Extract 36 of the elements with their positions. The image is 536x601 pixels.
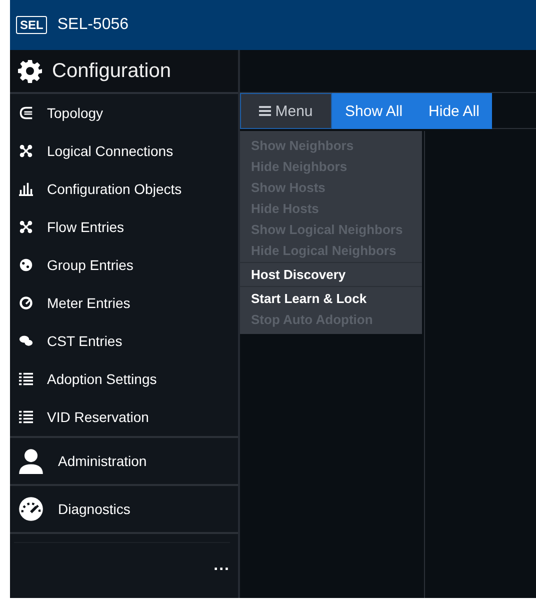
gauge-icon <box>19 296 33 310</box>
sidebar-item[interactable]: Topology <box>10 94 238 132</box>
toolbar-button[interactable]: Hide All <box>416 93 492 129</box>
sidebar-item[interactable]: Meter Entries <box>10 284 238 322</box>
chat-icon <box>19 334 33 348</box>
app-title: SEL-5056 <box>57 16 129 34</box>
menu-item[interactable]: Start Learn & Lock <box>240 286 422 309</box>
section-label: Configuration <box>52 60 171 82</box>
menu-icon <box>259 106 272 116</box>
sidebar-item[interactable]: Logical Connections <box>10 132 238 170</box>
sidebar-section[interactable]: Administration <box>10 438 238 486</box>
bar-chart-icon <box>19 182 33 196</box>
gauge-icon <box>18 496 44 522</box>
nodes-icon <box>19 220 33 234</box>
logo: SEL <box>16 16 48 34</box>
sidebar-section[interactable]: Diagnostics <box>10 486 238 534</box>
toolbar-button[interactable]: Show All <box>332 93 416 129</box>
gear-icon <box>18 59 42 83</box>
sidebar-item[interactable]: Adoption Settings <box>10 360 238 398</box>
more-button[interactable]: ... <box>214 561 230 581</box>
list-icon <box>19 410 33 424</box>
sidebar-item[interactable]: Group Entries <box>10 246 238 284</box>
list-icon <box>19 372 33 386</box>
sidebar-item[interactable]: VID Reservation <box>10 398 238 438</box>
nodes-icon <box>19 144 33 158</box>
layers-icon <box>19 106 33 120</box>
menu-button[interactable]: Menu <box>240 93 332 129</box>
group-icon <box>19 258 33 272</box>
sidebar-item[interactable]: CST Entries <box>10 322 238 360</box>
section-label: Administration <box>58 453 147 469</box>
section-label: Diagnostics <box>58 501 130 517</box>
person-icon <box>18 448 44 474</box>
sidebar-item[interactable]: Configuration Objects <box>10 170 238 208</box>
sidebar-section[interactable]: Configuration <box>10 50 238 94</box>
menu-item[interactable]: Host Discovery <box>240 262 422 285</box>
sidebar-item[interactable]: Flow Entries <box>10 208 238 246</box>
